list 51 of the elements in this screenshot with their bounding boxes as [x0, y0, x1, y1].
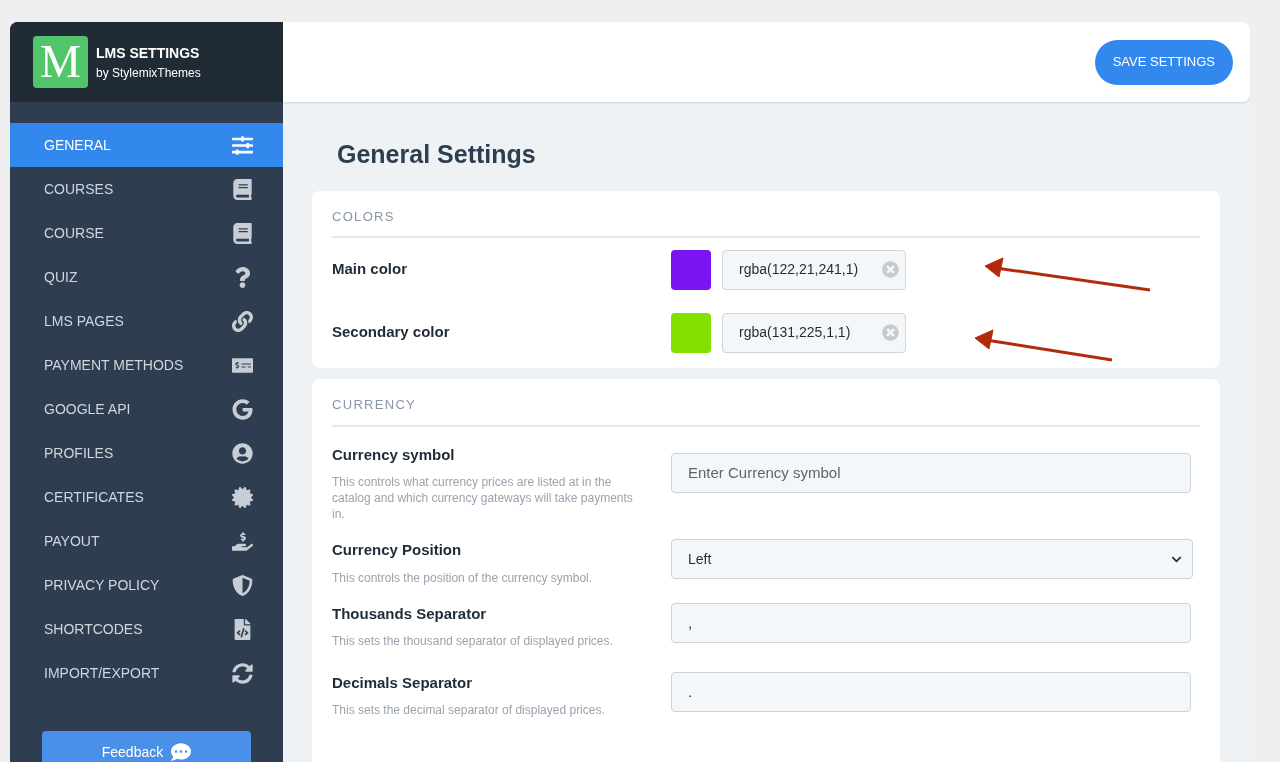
nav-item[interactable]: COURSE: [10, 211, 283, 255]
shield-icon: [232, 574, 253, 596]
logo-icon: M: [33, 36, 88, 88]
section-title: COLORS: [332, 206, 1200, 238]
save-settings-button[interactable]: SAVE SETTINGS: [1094, 39, 1233, 85]
link-icon: [232, 310, 253, 332]
clear-icon[interactable]: [882, 324, 899, 341]
clear-icon[interactable]: [882, 261, 899, 278]
dropdown[interactable]: Left: [671, 539, 1193, 579]
nav-item[interactable]: CERTIFICATES: [10, 475, 283, 519]
color-value-field[interactable]: rgba(122,21,241,1): [722, 249, 906, 290]
badge-icon: [232, 486, 253, 508]
nav-item[interactable]: PRIVACY POLICY: [10, 563, 283, 607]
field-label: Thousands Separator: [332, 603, 488, 624]
nav-item[interactable]: GENERAL: [10, 123, 283, 167]
book-icon: [232, 222, 253, 244]
field-description: This sets the thousand separator of displayed prices.: [332, 633, 614, 649]
sliders-icon: [232, 134, 253, 156]
field-label: Currency symbol: [332, 444, 456, 465]
nav-item[interactable]: IMPORT/EXPORT: [10, 651, 283, 695]
nav-item[interactable]: PAYOUT: [10, 519, 283, 563]
section-title: CURRENCY: [332, 395, 1200, 427]
field-label: Decimals Separator: [332, 672, 474, 693]
page-title: General Settings: [337, 139, 537, 170]
input-field[interactable]: ,: [671, 602, 1191, 643]
book-icon: [232, 178, 253, 200]
field-label: Secondary color: [332, 322, 451, 343]
nav-item[interactable]: QUIZ: [10, 255, 283, 299]
color-swatch[interactable]: [671, 312, 711, 353]
nav-item[interactable]: PROFILES: [10, 431, 283, 475]
code-file-icon: [232, 618, 253, 640]
nav-item[interactable]: COURSES: [10, 167, 283, 211]
field-description: This controls what currency prices are listed at in the catalog and which currency gateways will take payments in.: [332, 474, 634, 522]
hand-dollar-icon: [232, 530, 253, 552]
nav-item[interactable]: PAYMENT METHODS: [10, 343, 283, 387]
app-title: LMS SETTINGS: [96, 43, 201, 63]
input-field[interactable]: .: [671, 671, 1191, 712]
color-swatch[interactable]: [671, 249, 711, 290]
nav-item[interactable]: GOOGLE API: [10, 387, 283, 431]
field-label: Currency Position: [332, 540, 463, 560]
field-description: This sets the decimal separator of displayed prices.: [332, 702, 606, 718]
chat-bubble-icon: [171, 742, 192, 762]
color-value-field[interactable]: rgba(131,225,1,1): [722, 312, 906, 353]
refresh-icon: [232, 662, 253, 684]
input-field[interactable]: Enter Currency symbol: [671, 452, 1191, 493]
g-letter-icon: [232, 398, 253, 420]
nav-item[interactable]: LMS PAGES: [10, 299, 283, 343]
field-description: This controls the position of the currency symbol.: [332, 569, 594, 586]
nav-item[interactable]: SHORTCODES: [10, 607, 283, 651]
app-subtitle: by StylemixThemes: [96, 64, 201, 82]
field-label: Main color: [332, 259, 408, 280]
